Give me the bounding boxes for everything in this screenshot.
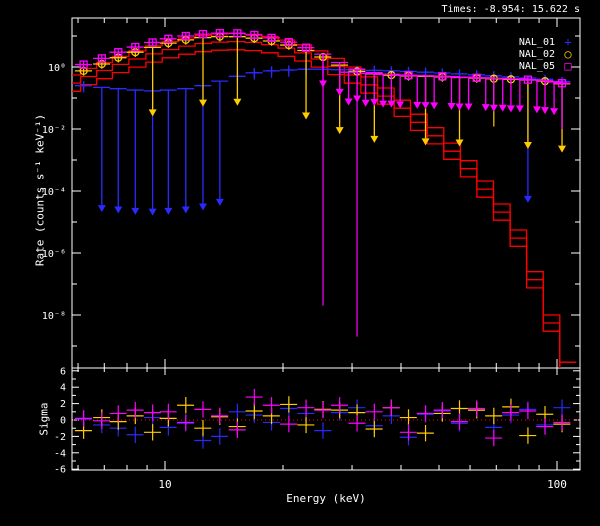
spectrum-plot-canvas: 10 10010⁰10⁻²10⁻⁴10⁻⁶10⁻⁸-6-4-20246 <box>42 17 581 491</box>
arrowhead-icon <box>421 102 430 110</box>
arrowhead-icon <box>302 112 311 120</box>
arrowhead-icon <box>523 142 532 150</box>
arrowhead-icon <box>131 207 140 215</box>
arrowhead-icon <box>455 103 464 111</box>
legend-row-nal01: NAL_01 + <box>470 36 574 48</box>
tick-marks <box>72 18 580 470</box>
arrowhead-icon <box>353 95 362 103</box>
arrowhead-icon <box>361 99 370 107</box>
arrowhead-icon <box>335 88 344 96</box>
arrowhead-icon <box>550 108 559 116</box>
sigma-tick-label: -4 <box>54 448 66 459</box>
arrowhead-icon <box>430 102 439 110</box>
arrowhead-icon <box>335 127 344 135</box>
arrowhead-icon <box>97 205 106 213</box>
y-tick-label: 10⁰ <box>48 63 66 74</box>
arrowhead-icon <box>198 203 207 211</box>
arrowhead-icon <box>532 106 541 114</box>
arrowhead-icon <box>319 80 328 88</box>
arrowhead-icon <box>481 104 490 112</box>
xspec-plot-window: 10 100 10⁰ 10⁻² 10⁻⁴ 10⁻⁶ 10⁻⁸ -6 -4 -2 0 2 4 6 Times… <box>0 0 600 526</box>
arrowhead-icon <box>506 105 515 113</box>
energy-axis-label: Energy (keV) <box>286 492 366 505</box>
arrowhead-icon <box>233 98 242 106</box>
arrowhead-icon <box>489 104 498 112</box>
arrowhead-icon <box>181 206 190 214</box>
sigma-panel-frame <box>71 367 581 471</box>
arrowhead-icon <box>558 145 567 153</box>
arrowhead-icon <box>498 104 507 112</box>
sigma-tick-label: 4 <box>60 383 66 394</box>
x-tick-label: 10 <box>158 478 171 491</box>
model-step-line <box>72 49 561 368</box>
legend-row-nal02: NAL_02 ○ <box>470 48 574 60</box>
x-tick-label: 100 <box>547 478 567 491</box>
y-tick-label: 10⁻⁸ <box>42 311 66 322</box>
sigma-tick-label: 0 <box>60 416 66 427</box>
arrowhead-icon <box>344 98 353 106</box>
model-lines <box>72 32 577 368</box>
sigma-tick-label: -2 <box>54 432 66 443</box>
arrowhead-icon <box>396 101 405 109</box>
arrowhead-icon <box>447 102 456 110</box>
arrowhead-icon <box>198 99 207 107</box>
model-step-line <box>72 32 577 363</box>
arrowhead-icon <box>541 107 550 115</box>
arrowhead-icon <box>413 101 422 109</box>
sigma-tick-label: -6 <box>54 465 66 476</box>
legend-row-nal05: NAL_05 □ <box>470 60 574 72</box>
square-marker-icon: □ <box>564 59 572 73</box>
legend-label-nal05: NAL_05 <box>518 60 555 72</box>
arrowhead-icon <box>164 207 173 215</box>
arrowhead-icon <box>215 198 224 206</box>
arrowhead-icon <box>148 109 157 117</box>
arrowhead-icon <box>523 195 532 203</box>
arrowhead-icon <box>464 103 473 111</box>
sigma-tick-label: 2 <box>60 399 66 410</box>
arrowhead-icon <box>515 105 524 113</box>
sigma-axis-label: Sigma <box>37 402 51 436</box>
sigma-tick-label: 6 <box>60 366 66 377</box>
legend-label-nal02: NAL_02 <box>518 48 555 60</box>
legend: NAL_01 + NAL_02 ○ NAL_05 □ <box>470 36 574 72</box>
arrowhead-icon <box>148 208 157 216</box>
plot-title: Times: -8.954: 15.622 s <box>441 4 580 15</box>
arrowhead-icon <box>370 135 379 143</box>
rate-axis-label: Rate (counts s⁻¹ keV⁻¹) <box>33 113 47 267</box>
arrowhead-icon <box>114 206 123 214</box>
legend-label-nal01: NAL_01 <box>518 36 555 48</box>
model-step-line <box>72 40 561 368</box>
